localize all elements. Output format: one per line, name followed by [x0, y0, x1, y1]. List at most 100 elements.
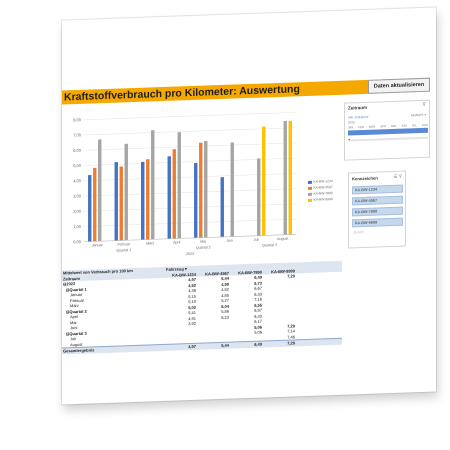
timeline-month[interactable]: JUN	[401, 123, 406, 127]
timeline-month[interactable]: AUG	[422, 123, 428, 127]
bar-ka-bw-7890	[151, 130, 155, 240]
value-cell	[199, 336, 229, 337]
slicer-item[interactable]: KA-BW-9999	[352, 217, 403, 228]
legend-swatch	[308, 180, 312, 184]
bar-ka-bw-4567	[172, 149, 176, 239]
y-tick-label: 7,00	[73, 132, 82, 137]
y-tick-label: 5,00	[73, 163, 82, 168]
value-cell	[166, 326, 196, 327]
bar-ka-bw-1234	[114, 162, 118, 241]
year-label: 2023	[186, 252, 194, 256]
bar-ka-bw-4567	[199, 142, 203, 238]
timeline-month[interactable]: JUL	[412, 123, 417, 127]
x-tick-label: Februar	[117, 242, 130, 246]
legend-label: KA-BW-9999	[313, 197, 333, 202]
slicer-item-empty[interactable]: (Leer)	[354, 230, 364, 234]
bar-ka-bw-1234	[220, 177, 224, 237]
bar-ka-bw-9999	[262, 126, 266, 236]
value-cell	[265, 306, 295, 307]
bar-ka-bw-1234	[194, 162, 198, 238]
bar-ka-bw-7890	[230, 142, 234, 237]
quarter-label: Quartal 3	[262, 243, 277, 248]
value-cell	[232, 335, 262, 336]
quarter-label: Quartal 1	[116, 248, 131, 253]
bar-ka-bw-7890	[98, 139, 102, 242]
bar-ka-bw-4567	[146, 159, 150, 240]
bar-ka-bw-7890	[204, 140, 208, 238]
value-cell	[265, 290, 295, 291]
slicer-item[interactable]: KA-BW-1234	[352, 184, 403, 195]
x-tick-label: Juni	[226, 239, 233, 243]
y-tick-label: 1,00	[73, 224, 82, 229]
refresh-data-button[interactable]: Daten aktualisieren	[368, 77, 430, 94]
timeline-slicer[interactable]: Zeitraum ⊽ Alle Zeiträume MONATE ▾ 2023 …	[344, 99, 430, 161]
bar-ka-bw-9999	[288, 120, 292, 235]
value-cell	[265, 312, 295, 313]
y-tick-label: 6,00	[73, 148, 82, 153]
y-tick-label: 4,00	[73, 178, 82, 183]
x-tick-label: März	[146, 241, 154, 245]
bar-ka-bw-1234	[167, 156, 171, 239]
timeline-level-dropdown[interactable]: MONATE ▾	[411, 113, 426, 118]
timeline-year: 2023	[348, 120, 355, 125]
bar-ka-bw-4567	[93, 167, 97, 242]
x-tick-label: April	[173, 240, 180, 244]
bar-ka-bw-1234	[88, 175, 92, 242]
slicer-item[interactable]: KA-BW-7890	[352, 206, 403, 217]
y-tick-label: 3,00	[73, 193, 82, 198]
legend-swatch	[308, 192, 312, 196]
worksheet: Kraftstoffverbrauch pro Kilometer: Auswe…	[62, 7, 436, 405]
timeline-month[interactable]: APR	[380, 124, 386, 128]
value-cell	[166, 337, 196, 338]
value-cell	[265, 279, 295, 280]
gridline	[84, 112, 296, 121]
timeline-month[interactable]: JAN	[348, 125, 353, 129]
value-cell	[265, 284, 295, 285]
legend-swatch	[308, 198, 312, 202]
slicer-item[interactable]: KA-BW-4567	[352, 195, 403, 206]
timeline-month[interactable]: MÄR	[369, 125, 375, 129]
value-cell	[166, 332, 196, 333]
pivot-table: Mittelwert von Verbrauch pro 100 km Fahr…	[62, 260, 342, 355]
bar-ka-bw-7890	[124, 143, 128, 241]
bar-ka-bw-7890	[177, 132, 181, 239]
timeline-month[interactable]: MAI	[391, 124, 396, 128]
x-tick-label: Juli	[254, 238, 260, 242]
bar-ka-bw-4567	[119, 166, 123, 241]
x-tick-label: Mai	[200, 239, 206, 243]
quarter-label: Quartal 2	[196, 245, 211, 250]
y-tick-label: 8,00	[73, 117, 82, 122]
x-tick-label: August	[277, 237, 288, 241]
value-cell	[265, 295, 295, 296]
timeline-range-label: Alle Zeiträume	[348, 114, 369, 120]
total-cell: 5,44	[221, 342, 229, 348]
bar-ka-bw-7890	[283, 120, 287, 235]
legend-entry: KA-BW-9999	[308, 196, 333, 203]
bar-ka-bw-7890	[257, 158, 261, 236]
timeline-month[interactable]: FEB	[358, 125, 363, 129]
slicer-title: Kennzeichen	[352, 175, 378, 182]
value-cell	[199, 325, 229, 326]
slicer-filter-icons[interactable]: ☰ ⊽	[393, 174, 402, 180]
y-tick-label: 0,00	[73, 239, 82, 244]
total-cell: 7,29	[287, 340, 295, 346]
total-cell: 4,97	[188, 343, 196, 350]
x-tick-label: Januar	[92, 243, 104, 247]
bar-ka-bw-1234	[141, 161, 145, 240]
value-cell	[265, 301, 295, 302]
legend-swatch	[308, 186, 312, 190]
scroll-left-icon[interactable]: ◂	[348, 137, 350, 141]
clear-filter-icon[interactable]: ⊽	[422, 102, 426, 108]
total-cell: 6,49	[254, 341, 262, 347]
total-label: Gesamtergebnis	[63, 347, 95, 354]
timeline-scrollbar[interactable]: ◂	[348, 136, 428, 142]
timeline-title: Zeitraum	[348, 104, 368, 111]
chart-legend: KA-BW-1234 KA-BW-4567 KA-BW-7890 KA-BW-9999	[308, 178, 333, 203]
license-plate-slicer[interactable]: Kennzeichen ☰ ⊽ KA-BW-1234 KA-BW-4567 KA-B…	[348, 170, 406, 249]
y-tick-label: 2,00	[73, 209, 82, 214]
value-cell	[199, 320, 229, 321]
value-cell	[265, 317, 295, 318]
value-cell	[199, 331, 229, 332]
pivot-body: ⊟2023 4,97 5,44 6,49 7,29 ⊟Quartal 1 4,92 4,99 6…	[62, 272, 342, 348]
fuel-consumption-chart: 0,00 1,00 2,00 3,00 4,00 5,00 6,00 7,00 8,00 Janu…	[73, 112, 296, 256]
